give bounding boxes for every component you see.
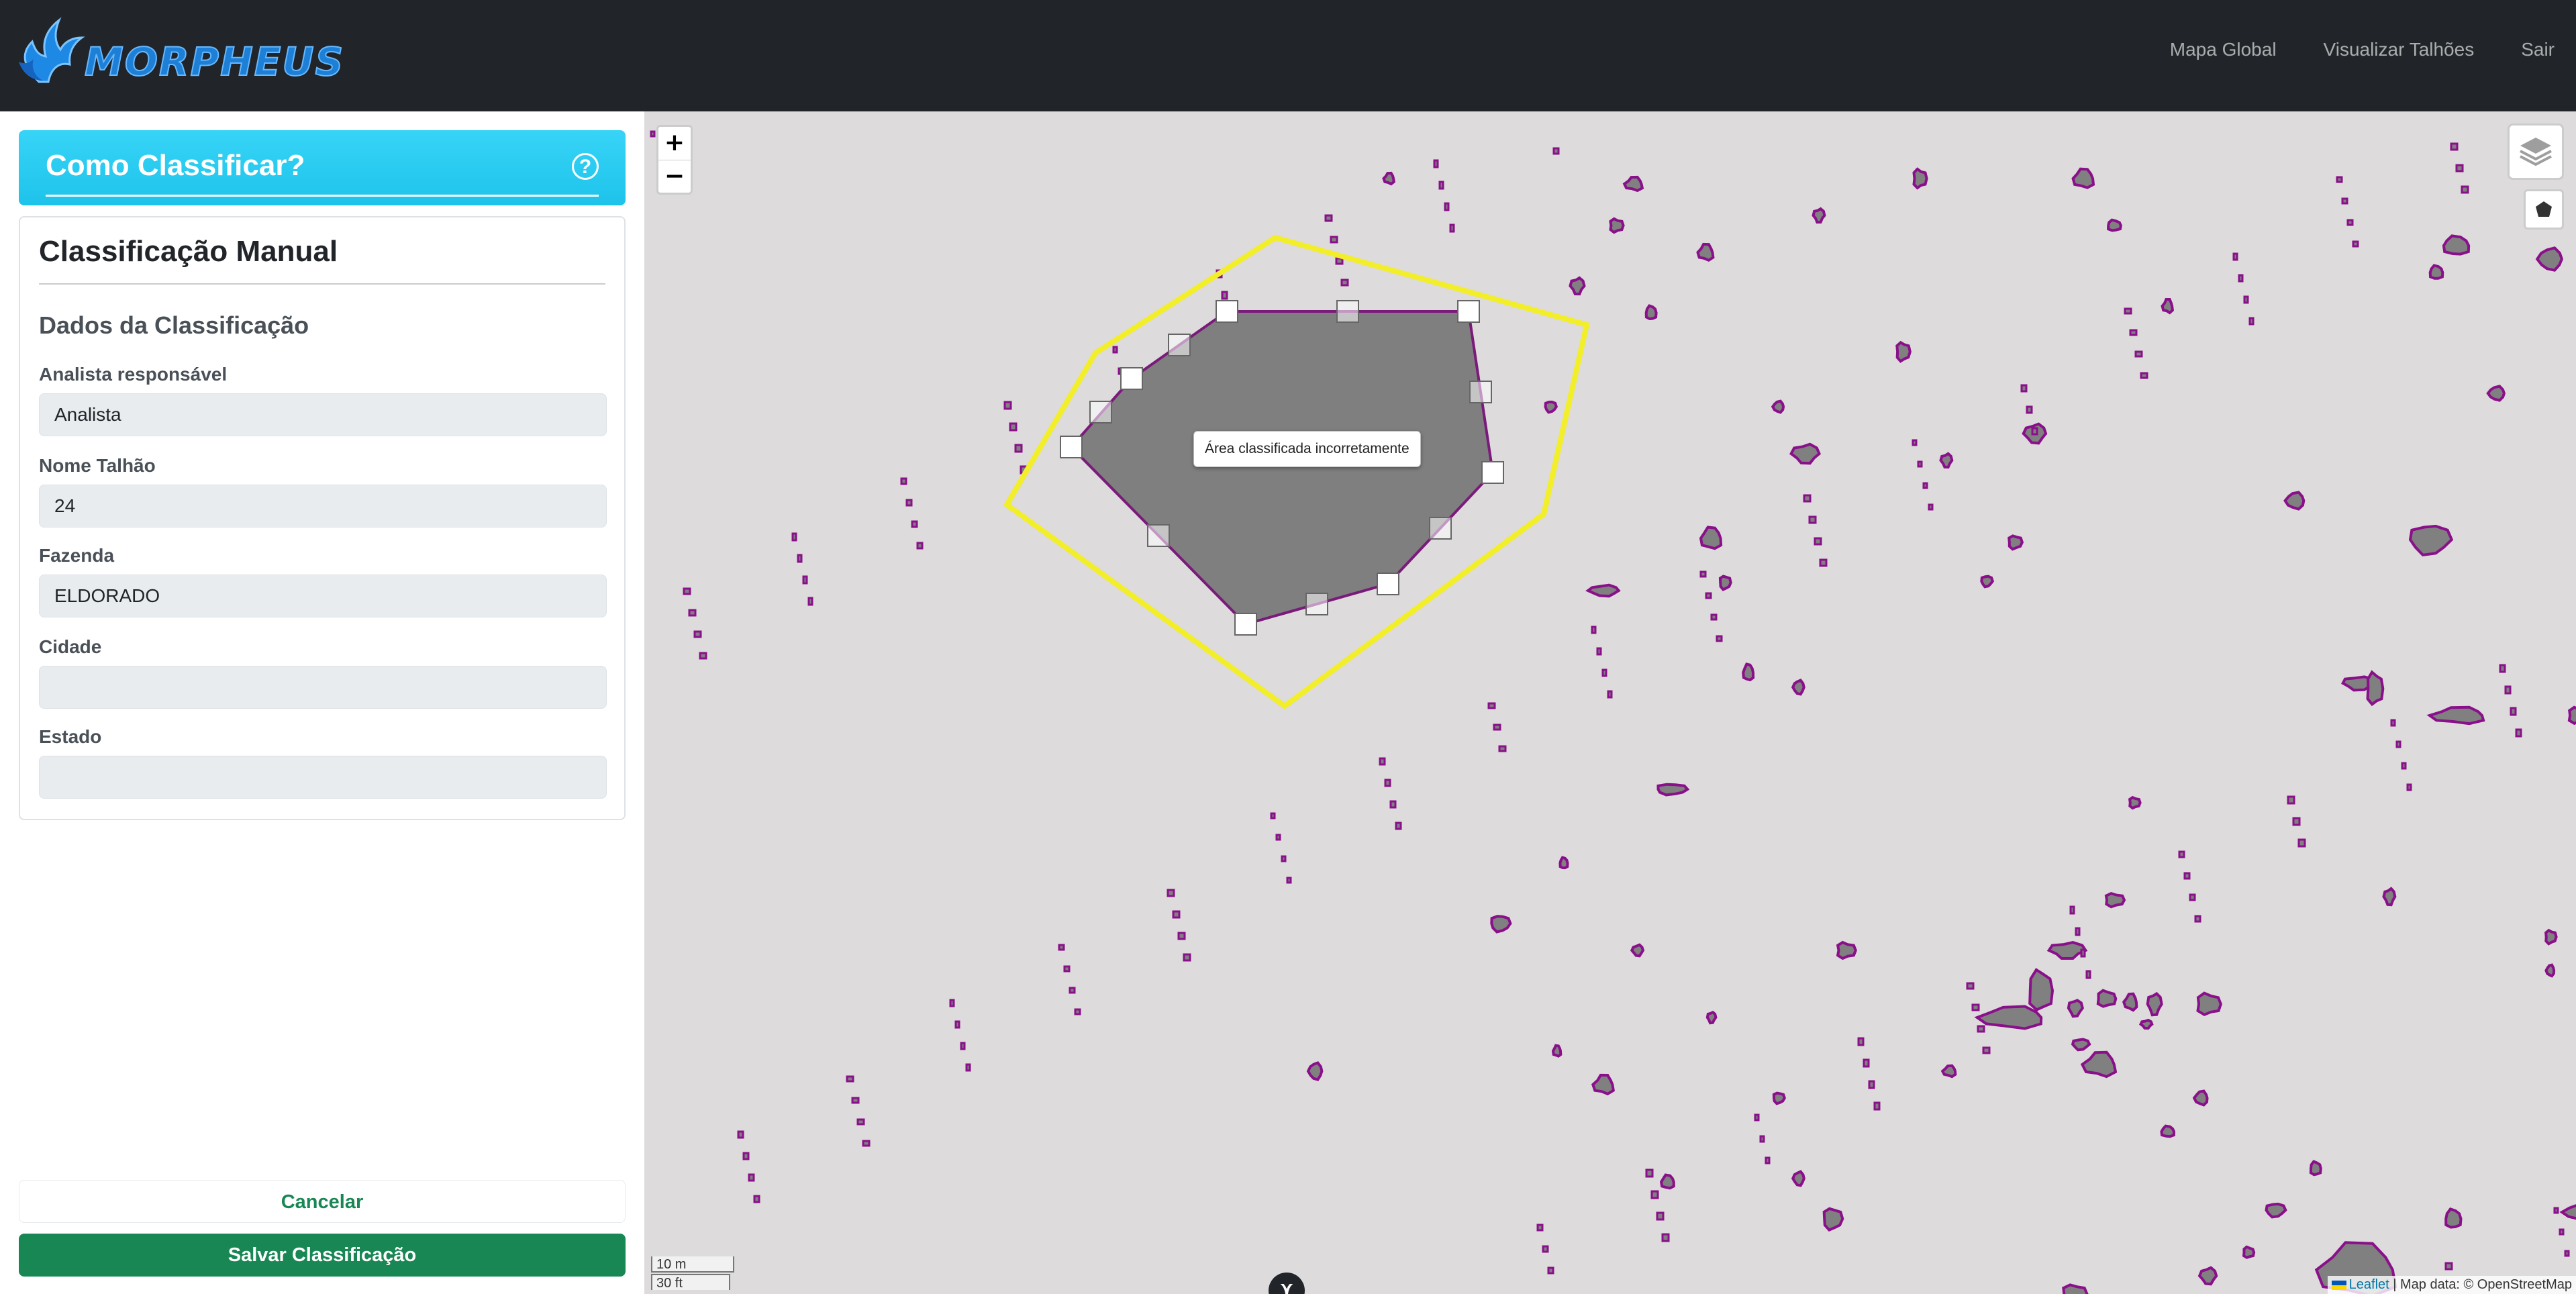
form-divider [39,283,605,285]
midpoint-handle[interactable] [1089,401,1112,424]
top-navbar: MORPHEUS Mapa Global Visualizar Talhões … [0,0,2576,111]
midpoint-handle[interactable] [1305,593,1328,615]
attribution-text: | Map data: © OpenStreetMap [2389,1277,2572,1292]
nav-visualizar-talhoes[interactable]: Visualizar Talhões [2324,39,2475,60]
layers-control[interactable] [2508,123,2564,180]
leaflet-link[interactable]: Leaflet [2349,1277,2389,1292]
layers-icon [2520,138,2552,166]
nav-links: Mapa Global Visualizar Talhões Sair [2170,39,2555,60]
polygon-draw-icon [2536,201,2552,217]
vertex-handle[interactable] [1457,300,1480,323]
map-canvas[interactable]: Área classificada incorretamente + − 10 … [644,111,2576,1294]
logo-text: MORPHEUS [84,38,345,85]
help-card-title: Como Classificar? [46,149,305,182]
how-to-classify-card[interactable]: Como Classificar? ? [19,130,626,205]
city-input[interactable] [39,666,607,709]
vertex-handle[interactable] [1481,461,1504,484]
state-label: Estado [39,726,102,747]
map-attribution: Leaflet | Map data: © OpenStreetMap [2327,1276,2576,1294]
nav-mapa-global[interactable]: Mapa Global [2170,39,2277,60]
ukraine-flag-icon [2331,1280,2346,1290]
plot-name-input[interactable] [39,485,607,528]
midpoint-handle[interactable] [1469,381,1492,403]
classification-form-card: Classificação Manual Dados da Classifica… [19,216,626,820]
polygon-draw-control[interactable] [2524,189,2564,230]
midpoint-handle[interactable] [1168,334,1191,356]
state-input[interactable] [39,756,607,799]
zoom-in-button[interactable]: + [658,127,691,160]
analyst-input[interactable] [39,393,607,436]
zoom-control: + − [656,125,693,195]
midpoint-handle[interactable] [1336,300,1359,323]
map-scale: 10 m 30 ft [651,1255,734,1290]
farm-input[interactable] [39,575,607,617]
section-title: Dados da Classificação [39,311,309,339]
sidebar: Como Classificar? ? Classificação Manual… [0,111,644,1294]
vertex-handle[interactable] [1377,573,1399,595]
cancel-button[interactable]: Cancelar [19,1180,626,1223]
plot-name-label: Nome Talhão [39,455,156,476]
vertex-handle[interactable] [1120,367,1143,390]
selection-layer[interactable] [644,111,2576,1294]
phoenix-icon [19,17,85,83]
form-title: Classificação Manual [39,235,338,268]
help-card-divider [46,195,599,197]
vertex-handle[interactable] [1234,613,1257,636]
midpoint-handle[interactable] [1147,524,1170,547]
zoom-out-button[interactable]: − [658,160,691,193]
morpheus-logo[interactable]: MORPHEUS [12,15,344,89]
selected-area-polygon[interactable] [1069,310,1495,626]
midpoint-handle[interactable] [1429,517,1452,540]
question-circle-icon[interactable]: ? [572,153,599,180]
nav-sair[interactable]: Sair [2521,39,2555,60]
city-label: Cidade [39,636,102,657]
vertex-handle[interactable] [1216,300,1238,323]
save-classification-button[interactable]: Salvar Classificação [19,1234,626,1277]
scale-imperial: 30 ft [651,1274,730,1290]
farm-label: Fazenda [39,545,115,566]
vertex-handle[interactable] [1060,436,1083,458]
analyst-label: Analista responsável [39,364,228,385]
area-tooltip: Área classificada incorretamente [1193,431,1421,467]
scale-metric: 10 m [651,1256,734,1273]
